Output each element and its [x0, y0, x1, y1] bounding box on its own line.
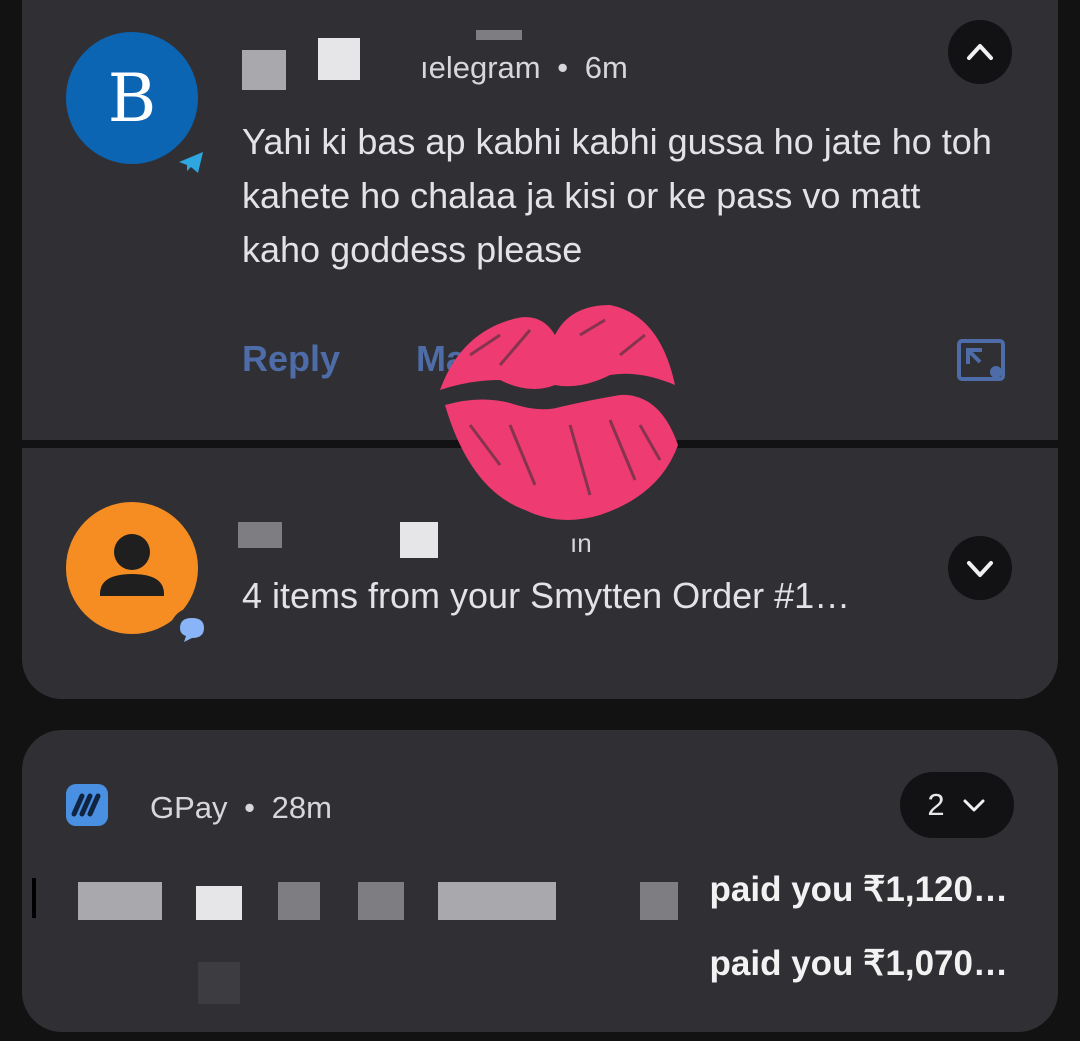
redacted-payer: [78, 882, 162, 920]
open-in-window-icon[interactable]: [956, 338, 1008, 384]
redacted-payer: [196, 886, 242, 920]
meta-separator: •: [244, 790, 256, 825]
messages-badge-icon: [170, 608, 214, 652]
redacted-payer: [278, 882, 320, 920]
meta-separator: •: [557, 50, 569, 85]
notification-message: Yahi ki bas ap kabhi kabhi gussa ho jate…: [242, 121, 992, 270]
notification-time: 6m: [584, 50, 628, 85]
redacted-sender: [318, 38, 360, 80]
redacted-sender: [242, 50, 286, 90]
expand-button[interactable]: [948, 536, 1012, 600]
app-name: GPay: [150, 790, 228, 825]
redacted-sender: [400, 522, 438, 558]
app-name: ıelegram: [420, 50, 541, 85]
redacted-sender: [238, 522, 282, 548]
redacted-payer: [640, 882, 678, 920]
notification-meta: ın: [570, 528, 592, 558]
redacted-payer: [358, 882, 404, 920]
collapse-button[interactable]: [948, 20, 1012, 84]
redacted-payer: [32, 878, 36, 918]
redacted-sender: [476, 30, 522, 40]
kiss-mark-icon: [440, 305, 678, 520]
notification-message: 4 items from your Smytten Order #1…: [242, 575, 851, 616]
gpay-notification[interactable]: GPay • 28m 2 paid you ₹1,120… paid you ₹…: [22, 730, 1058, 1032]
notification-count: 2: [927, 787, 945, 822]
expand-chevron-icon: [963, 799, 985, 812]
expand-chevron-icon: [967, 561, 993, 577]
avatar-letter: B: [107, 59, 157, 137]
notification-meta: GPay • 28m: [150, 790, 332, 826]
payment-row: paid you ₹1,120…: [709, 870, 1008, 909]
notification-count-expand-button[interactable]: 2: [900, 772, 1014, 838]
notification-time: 28m: [271, 790, 332, 825]
collapse-chevron-icon: [967, 44, 993, 60]
notification-meta: ıelegram • 6m: [420, 50, 628, 86]
redacted-payer: [438, 882, 556, 920]
reply-action[interactable]: Reply: [242, 338, 340, 380]
telegram-badge-icon: [170, 140, 214, 184]
redacted-payer: [198, 962, 240, 1004]
gpay-logo-icon: [66, 784, 108, 826]
payment-row: paid you ₹1,070…: [709, 944, 1008, 983]
